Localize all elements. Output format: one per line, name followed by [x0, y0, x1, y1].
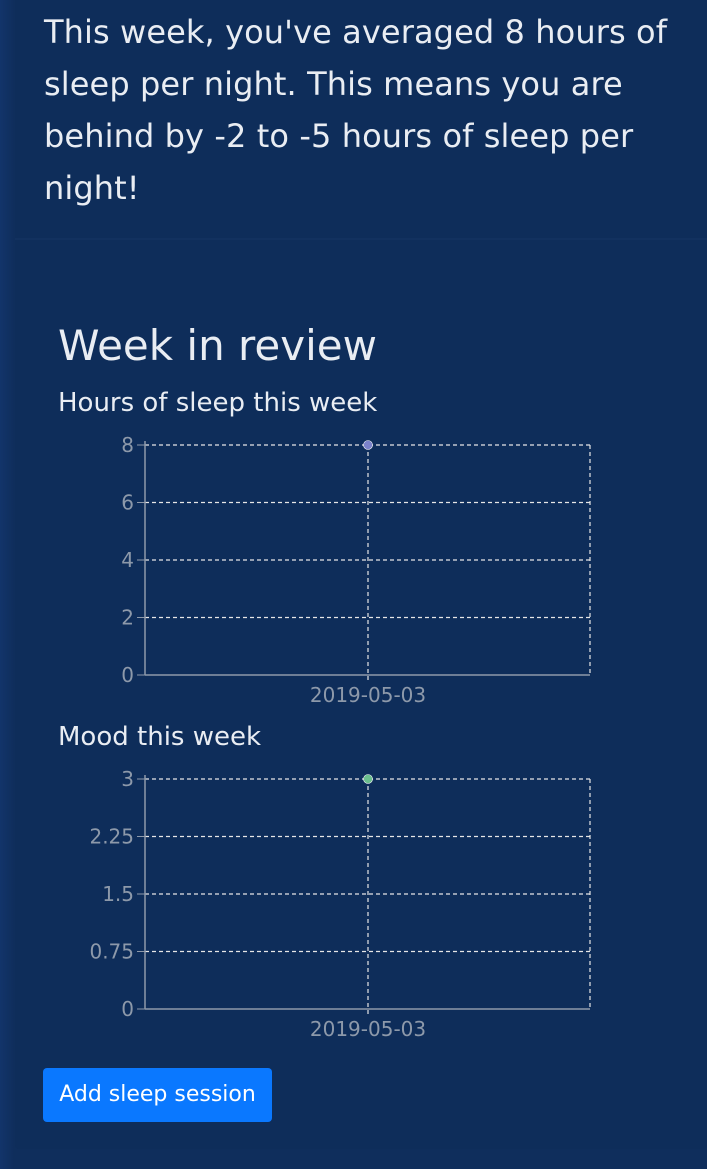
- mood-chart-y-tick-label: 3: [121, 767, 134, 791]
- sleep-chart-y-tick-label: 0: [121, 663, 134, 687]
- sleep-chart-data-point: [363, 440, 373, 450]
- mood-chart-title: Mood this week: [58, 722, 262, 752]
- week-in-review-heading: Week in review: [58, 321, 377, 370]
- mood-chart-x-tick-label: 2019-05-03: [310, 1017, 426, 1041]
- sleep-chart-y-tick-label: 4: [121, 548, 134, 572]
- mood-chart-data-point: [363, 774, 373, 784]
- sleep-chart-title: Hours of sleep this week: [58, 388, 378, 418]
- mood-chart-y-tick-label: 0.75: [89, 940, 134, 964]
- mood-chart-y-tick-label: 0: [121, 997, 134, 1021]
- add-sleep-session-button[interactable]: Add sleep session: [43, 1068, 272, 1122]
- sleep-chart-y-tick-label: 2: [121, 606, 134, 630]
- section-divider: [15, 238, 707, 240]
- mood-chart: 0 0.75 1.5 2.25 3 2019-05-03: [89, 767, 591, 1041]
- sleep-chart-y-tick-label: 8: [121, 433, 134, 457]
- mood-chart-y-tick-label: 1.5: [102, 882, 134, 906]
- sleep-chart-x-tick-label: 2019-05-03: [310, 683, 426, 707]
- sleep-chart-y-tick-label: 6: [121, 491, 134, 515]
- sleep-summary-text: This week, you've averaged 8 hours of sl…: [44, 13, 668, 207]
- mood-chart-y-tick-label: 2.25: [89, 825, 134, 849]
- sleep-chart: 0 2 4 6 8 2019-05-03: [121, 433, 591, 707]
